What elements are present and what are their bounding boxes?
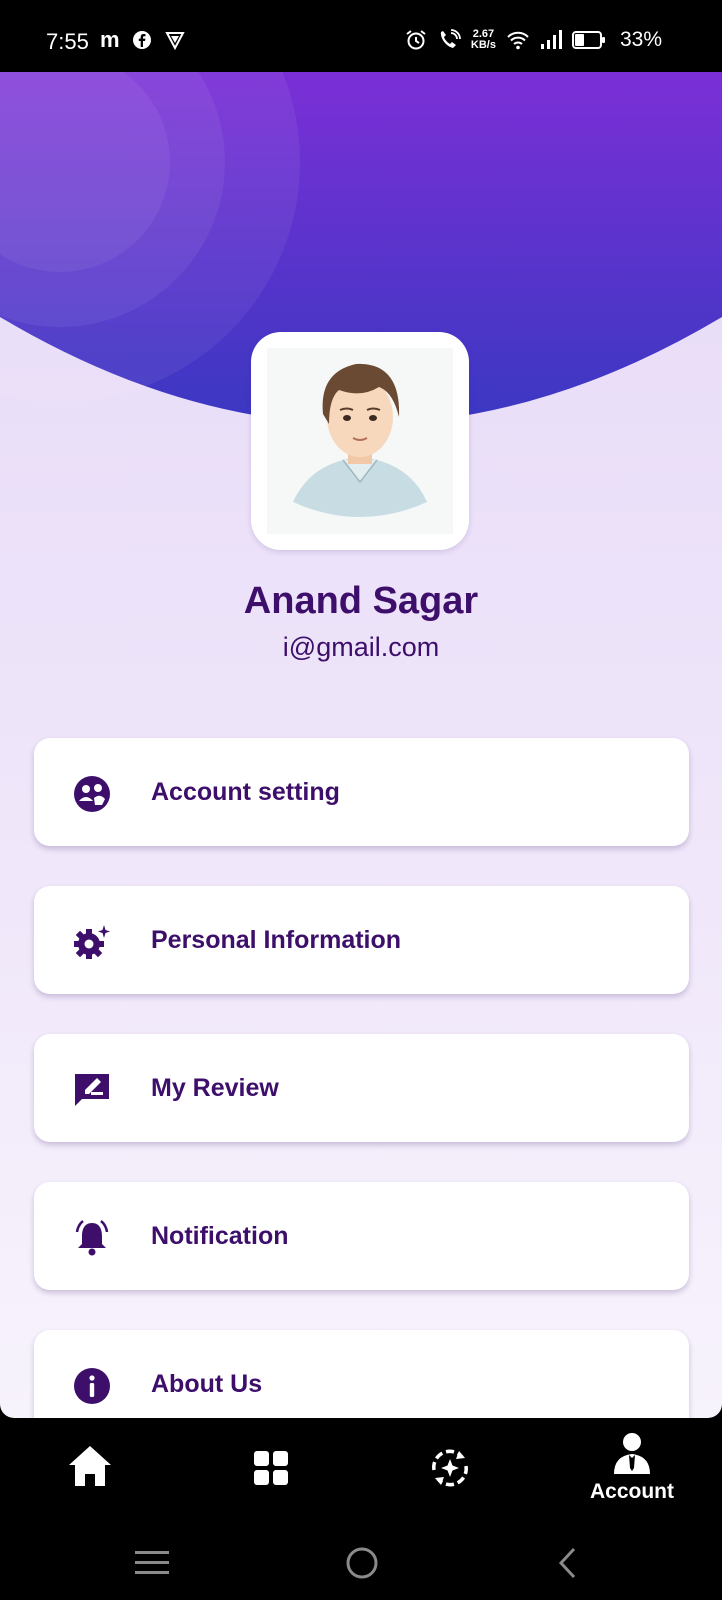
profile-screen: Anand Sagar i@gmail.com Account setting: [0, 72, 722, 1418]
nav-home[interactable]: [25, 1418, 155, 1520]
profile-email: i@gmail.com: [282, 632, 440, 662]
signal-icon: [540, 30, 562, 49]
wifi-call-icon: [440, 29, 461, 48]
menu-item-about-us[interactable]: About Us: [34, 1330, 689, 1418]
menu-label: Personal Information: [151, 926, 402, 954]
nav-account[interactable]: Account: [567, 1418, 697, 1520]
menu-item-notification[interactable]: Notification: [34, 1182, 689, 1290]
profile-name: Anand Sagar: [243, 580, 479, 622]
home-circle-icon[interactable]: [345, 1546, 379, 1580]
network-speed: 2.67 KB/s: [471, 29, 496, 51]
refresh-star-icon: [432, 1449, 468, 1487]
back-icon[interactable]: [556, 1546, 580, 1580]
menu-label: Notification: [151, 1222, 289, 1250]
status-bar: 7:55 m 2.67 KB/s 33%: [0, 0, 722, 72]
m-app-icon: m: [100, 30, 120, 50]
nav-categories[interactable]: [206, 1418, 336, 1520]
account-setting-icon: [74, 776, 110, 812]
alarm-icon: [406, 30, 426, 50]
bell-icon: [75, 1220, 109, 1256]
review-edit-icon: [75, 1074, 109, 1106]
menu-item-account-setting[interactable]: Account setting: [34, 738, 689, 846]
battery-icon: [571, 31, 605, 49]
info-icon: [74, 1368, 110, 1404]
account-icon: [614, 1433, 650, 1474]
gear-sparkle-icon: [74, 925, 110, 959]
recent-apps-icon[interactable]: [135, 1550, 169, 1576]
system-nav: [0, 1520, 722, 1600]
svg-text:m: m: [100, 30, 120, 50]
menu-label: About Us: [151, 1370, 263, 1398]
wifi-icon: [507, 31, 529, 50]
avatar[interactable]: [251, 332, 469, 550]
bottom-nav: Account: [0, 1418, 722, 1520]
facebook-icon: [133, 31, 151, 49]
network-speed-unit: KB/s: [470, 39, 496, 51]
status-time: 7:55: [46, 29, 89, 54]
nav-account-label: Account: [590, 1480, 674, 1503]
grid-icon: [254, 1451, 288, 1485]
menu-item-my-review[interactable]: My Review: [34, 1034, 689, 1142]
vpn-shield-icon: [165, 32, 185, 50]
menu-label: Account setting: [151, 778, 340, 806]
nav-activity[interactable]: [385, 1418, 515, 1520]
menu-item-personal-information[interactable]: Personal Information: [34, 886, 689, 994]
menu-label: My Review: [151, 1074, 279, 1102]
battery-percent: 33%: [619, 28, 662, 51]
home-icon: [69, 1446, 111, 1486]
status-icons: 2.67 KB/s 33%: [405, 28, 662, 52]
avatar-image: [267, 348, 453, 534]
